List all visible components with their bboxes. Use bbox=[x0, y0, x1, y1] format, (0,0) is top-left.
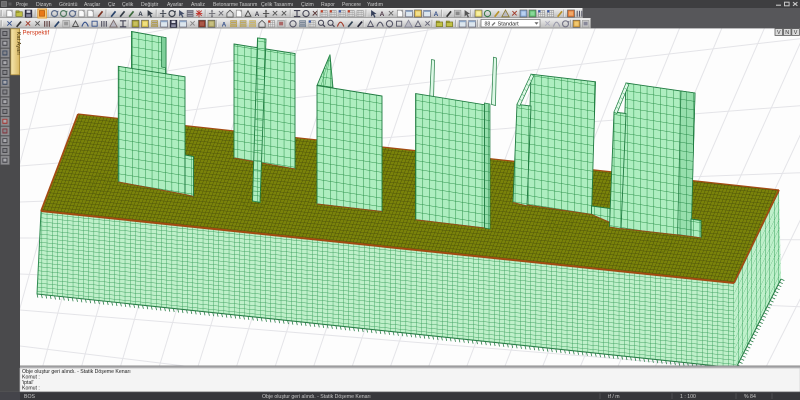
svg-text:Çizim: Çizim bbox=[301, 2, 314, 8]
svg-text:Komut :: Komut : bbox=[22, 385, 40, 391]
svg-text:1 : 100: 1 : 100 bbox=[680, 394, 696, 400]
svg-text:Çiz: Çiz bbox=[108, 2, 116, 8]
svg-text:BOS: BOS bbox=[24, 394, 35, 400]
svg-text:Perspektif: Perspektif bbox=[23, 31, 50, 37]
svg-text:Obje oluştur geri alındı. - St: Obje oluştur geri alındı. - Statik Döşem… bbox=[262, 394, 371, 400]
svg-text:A: A bbox=[222, 21, 227, 28]
svg-text:Yardım: Yardım bbox=[367, 2, 383, 8]
svg-text:Rapor: Rapor bbox=[321, 2, 335, 8]
svg-text:Ayarlar: Ayarlar bbox=[167, 2, 183, 8]
svg-text:Araçlar: Araçlar bbox=[84, 2, 100, 8]
svg-text:% 84: % 84 bbox=[744, 394, 756, 400]
svg-text:Proje: Proje bbox=[16, 2, 28, 8]
svg-text:Pencere: Pencere bbox=[342, 2, 361, 8]
svg-text:A: A bbox=[434, 11, 439, 18]
svg-text:A: A bbox=[380, 11, 385, 18]
svg-text:V: V bbox=[777, 30, 781, 36]
svg-text:88: 88 bbox=[485, 21, 491, 27]
svg-text:A: A bbox=[138, 11, 143, 18]
svg-text:Analiz: Analiz bbox=[191, 2, 205, 8]
svg-text:V: V bbox=[794, 30, 798, 36]
svg-text:Standart: Standart bbox=[498, 22, 520, 28]
svg-text:Görüntü: Görüntü bbox=[59, 2, 78, 8]
svg-text:Değiştir: Değiştir bbox=[141, 2, 159, 8]
svg-text:Kat Ayarı: Kat Ayarı bbox=[15, 32, 21, 56]
svg-text:Çelik: Çelik bbox=[122, 2, 134, 8]
svg-text:Betonarme Tasarım: Betonarme Tasarım bbox=[213, 2, 257, 8]
svg-text:N: N bbox=[785, 30, 789, 36]
svg-text:Çelik Tasarımı: Çelik Tasarımı bbox=[261, 2, 293, 8]
svg-text:tf / m: tf / m bbox=[608, 394, 620, 400]
svg-text:Dizayn: Dizayn bbox=[36, 2, 52, 8]
svg-text:A: A bbox=[255, 11, 260, 18]
